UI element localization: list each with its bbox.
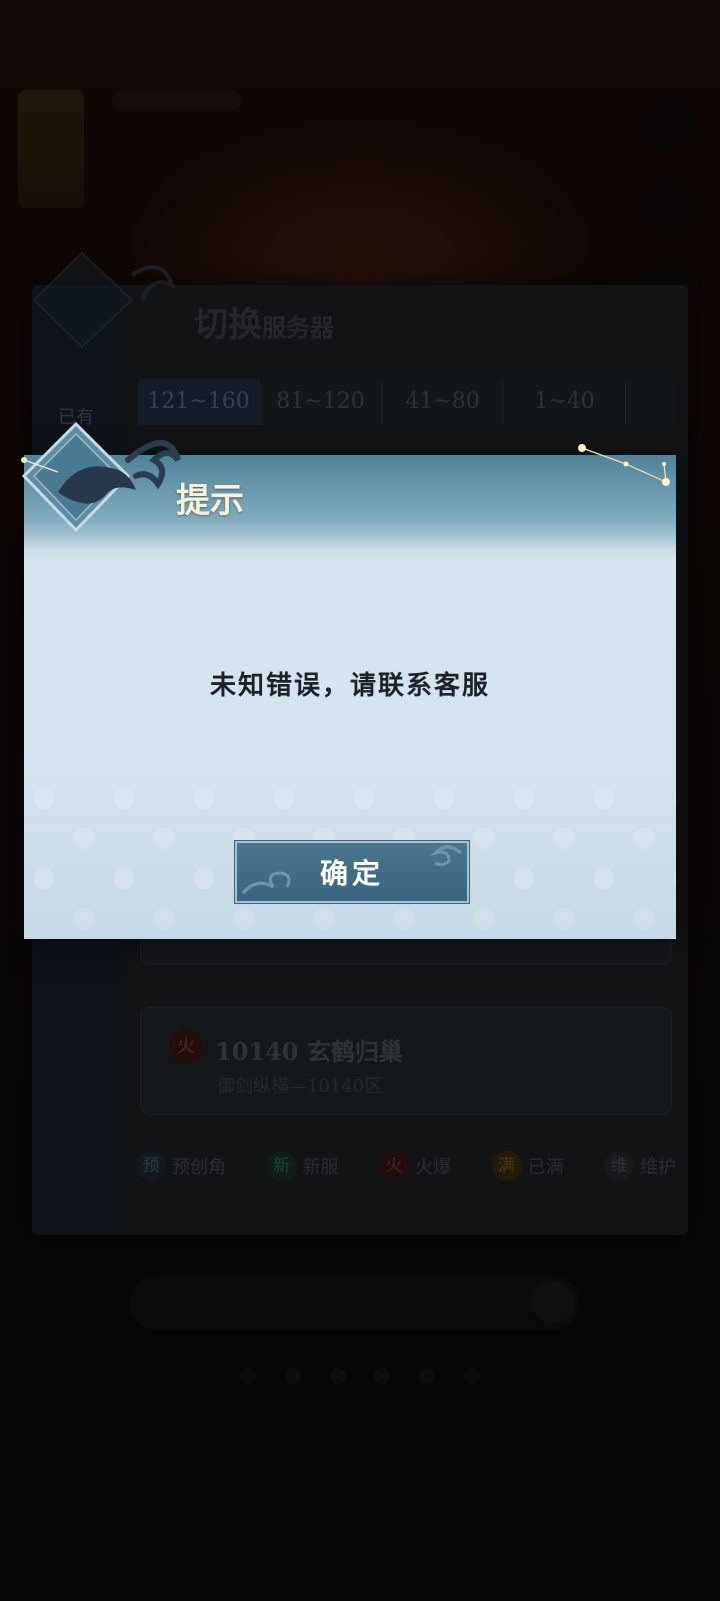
- confirm-label: 确定: [319, 857, 384, 890]
- constellation-icon: [578, 444, 670, 486]
- confirm-button[interactable]: 确定: [234, 840, 470, 904]
- dialog-message: 未知错误，请联系客服: [209, 671, 490, 701]
- crane-emblem-icon: [21, 421, 181, 533]
